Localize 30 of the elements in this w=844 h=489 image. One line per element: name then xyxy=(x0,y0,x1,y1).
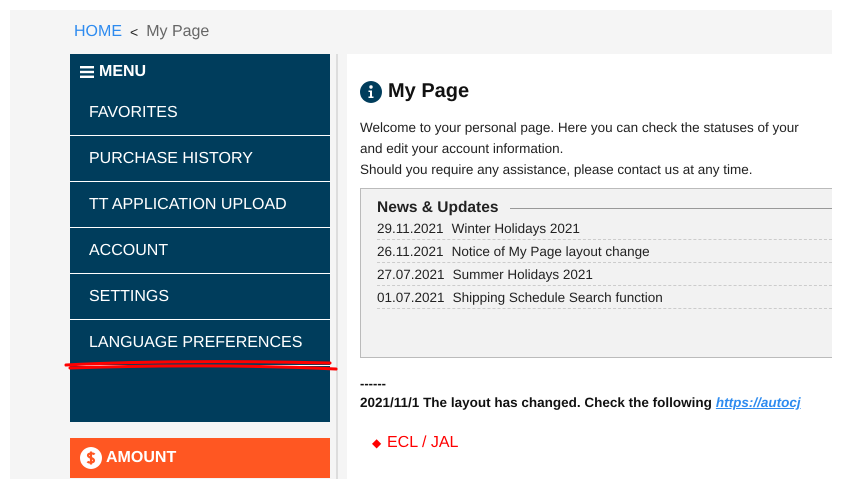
news-link[interactable]: Shipping Schedule Search function xyxy=(452,290,663,304)
menu-icon xyxy=(80,66,94,78)
info-icon xyxy=(360,80,382,102)
amount-title: AMOUNT xyxy=(106,449,176,467)
news-date: 01.07.2021 xyxy=(377,290,445,304)
intro-text: and edit your account information. xyxy=(360,140,564,158)
news-link[interactable]: Notice of My Page layout change xyxy=(452,244,650,258)
news-link[interactable]: Winter Holidays 2021 xyxy=(452,220,580,236)
notice-divider: ------ xyxy=(360,376,387,391)
menu-title: MENU xyxy=(99,63,146,81)
menu-item[interactable]: PURCHASE HISTORY xyxy=(70,136,330,182)
intro-text: Should you require any assistance, please contact us at any time. xyxy=(360,161,754,179)
dollar-icon xyxy=(80,447,102,469)
page-title: My Page xyxy=(388,80,470,103)
menu-item[interactable]: SETTINGS xyxy=(70,274,330,320)
intro-text: Welcome to your personal page. Here you can check the statuses of your xyxy=(360,119,800,137)
diamond-icon: ◆ xyxy=(372,436,381,450)
menu-item[interactable]: TT APPLICATION UPLOAD xyxy=(70,182,330,228)
section-link[interactable]: ECL / JAL xyxy=(387,434,458,452)
news-link[interactable]: Summer Holidays 2021 xyxy=(452,266,593,282)
breadcrumb-current: My Page xyxy=(146,23,210,41)
menu-item[interactable]: LANGUAGE PREFERENCES xyxy=(70,320,330,366)
news-date: 26.11.2021 xyxy=(377,244,444,258)
news-title: News & Updates xyxy=(377,199,498,217)
news-date: 29.11.2021 xyxy=(377,220,444,236)
menu-item[interactable]: ACCOUNT xyxy=(70,228,330,274)
breadcrumb-separator: < xyxy=(130,24,138,40)
menu-item[interactable]: FAVORITES xyxy=(70,90,330,136)
notice-text: 2021/11/1 The layout has changed. Check the following xyxy=(360,395,712,410)
news-date: 27.07.2021 xyxy=(377,266,445,282)
